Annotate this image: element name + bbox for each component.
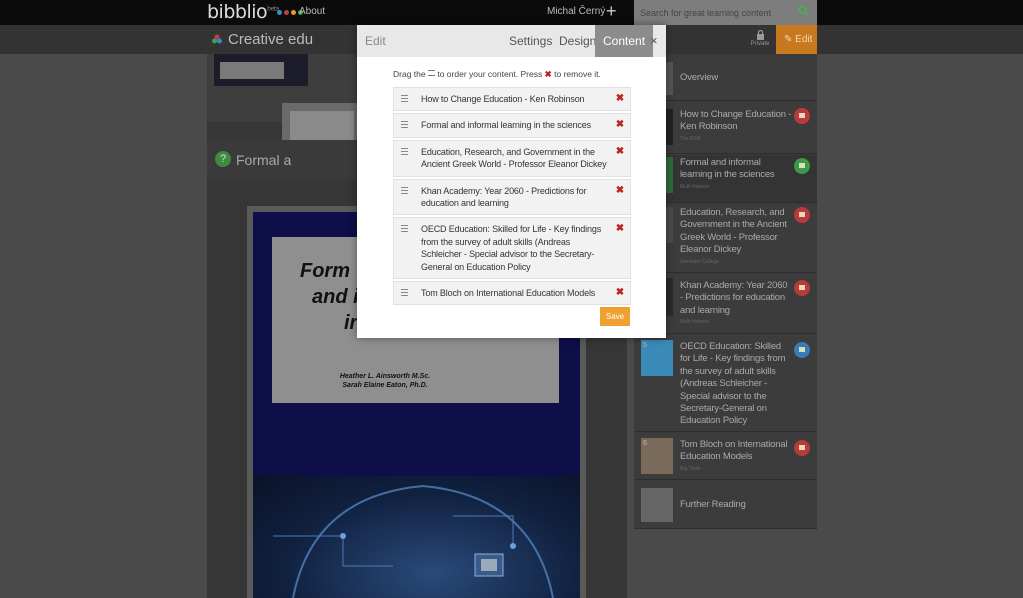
hint-part: Drag the xyxy=(393,69,426,79)
sidebar-item-source: The RSA xyxy=(680,136,701,142)
document-badge-icon xyxy=(794,342,810,358)
list-item[interactable]: Education, Research, and Government in t… xyxy=(393,139,631,177)
sidebar-item-source: Multi Hebrew xyxy=(680,319,710,325)
drag-handle-icon[interactable] xyxy=(401,186,408,194)
sidebar-item-label: Education, Research, and Government in t… xyxy=(680,207,787,256)
author-line: Sarah Elaine Eaton, Ph.D. xyxy=(342,382,428,389)
slides-badge-icon xyxy=(794,158,810,174)
search-input[interactable] xyxy=(634,0,794,25)
sidebar-item-label: How to Change Education - Ken Robinson xyxy=(680,109,792,133)
pencil-icon: ✎ xyxy=(784,34,793,45)
sidebar-item-source: Best of Slideshare xyxy=(680,418,721,424)
collection-icon xyxy=(212,34,222,44)
sidebar-item-label: Khan Academy: Year 2060 - Predictions fo… xyxy=(680,280,788,316)
user-name[interactable]: Michal Černý xyxy=(547,6,605,17)
drag-handle-icon[interactable] xyxy=(401,95,408,102)
circuit-illustration xyxy=(253,476,580,598)
book-icon xyxy=(641,488,673,522)
drag-handle-icon[interactable] xyxy=(401,121,408,129)
question-icon: ? xyxy=(215,151,231,167)
tab-settings[interactable]: Settings xyxy=(509,34,552,48)
list-item[interactable]: Khan Academy: Year 2060 - Predictions fo… xyxy=(393,178,631,216)
tab-content[interactable]: Content xyxy=(595,25,654,57)
search-icon[interactable] xyxy=(798,5,809,16)
document-authors: Heather L. Ainsworth M.Sc. Sarah Elaine … xyxy=(330,372,440,390)
save-button[interactable]: Save xyxy=(600,307,630,326)
sidebar-item-label: Formal and informal learning in the scie… xyxy=(680,157,775,181)
drag-handle-icon xyxy=(427,70,435,76)
remove-icon[interactable]: ✖ xyxy=(616,119,624,131)
close-icon[interactable]: × xyxy=(650,33,658,48)
sidebar-item-further-reading[interactable]: Further Reading xyxy=(634,481,817,529)
add-plus-icon[interactable]: + xyxy=(606,1,617,22)
sidebar-item-tom-bloch[interactable]: 6 Tom Bloch on International Education M… xyxy=(634,433,817,480)
top-navbar: bibbliobeta About Michal Černý + xyxy=(0,0,1023,25)
sidebar-item-number: 5 xyxy=(643,342,647,349)
edit-content-modal: Edit Settings Design Content × Drag the … xyxy=(357,25,666,338)
video-badge-icon xyxy=(794,440,810,456)
edit-button[interactable]: ✎ Edit xyxy=(776,25,817,54)
list-item[interactable]: Formal and informal learning in the scie… xyxy=(393,113,631,138)
remove-icon[interactable]: ✖ xyxy=(616,146,624,158)
list-item[interactable]: How to Change Education - Ken Robinson ✖ xyxy=(393,87,631,112)
list-item-title: How to Change Education - Ken Robinson xyxy=(421,94,585,104)
list-item-title: OECD Education: Skilled for Life - Key f… xyxy=(421,224,602,272)
author-line: Heather L. Ainsworth M.Sc. xyxy=(339,373,431,380)
sidebar-item-number: 6 xyxy=(643,440,647,447)
about-link[interactable]: About xyxy=(299,6,325,17)
modal-edit-label: Edit xyxy=(365,34,386,48)
hint-part: to order your content. Press xyxy=(437,69,543,79)
content-order-list: How to Change Education - Ken Robinson ✖… xyxy=(393,87,631,307)
modal-header: Edit Settings Design Content × xyxy=(357,25,666,57)
sidebar-item-label: Overview xyxy=(680,72,718,83)
tab-design[interactable]: Design xyxy=(559,34,596,48)
search-box xyxy=(634,0,817,25)
remove-icon: ✖ xyxy=(544,69,552,79)
list-item-title: Khan Academy: Year 2060 - Predictions fo… xyxy=(421,185,587,209)
sidebar-item-source: Multi Hebrew xyxy=(680,184,710,190)
list-item[interactable]: OECD Education: Skilled for Life - Key f… xyxy=(393,217,631,280)
remove-icon[interactable]: ✖ xyxy=(616,223,624,235)
list-item-title: Tom Bloch on International Education Mod… xyxy=(421,288,596,299)
video-badge-icon xyxy=(794,207,810,223)
sidebar-item-label: Tom Bloch on International Education Mod… xyxy=(680,439,788,463)
private-toggle[interactable]: Private xyxy=(748,28,772,47)
remove-icon[interactable]: ✖ xyxy=(616,185,624,197)
collection-title: Creative edu xyxy=(228,31,314,48)
list-item-title: Education, Research, and Government in t… xyxy=(421,146,607,170)
drag-handle-icon[interactable] xyxy=(401,225,408,233)
sidebar-item-source: Gresham College xyxy=(680,259,719,265)
video-badge-icon xyxy=(794,280,810,296)
lock-icon xyxy=(756,30,764,40)
list-item-title: Formal and informal learning in the scie… xyxy=(421,120,591,131)
drag-handle-icon[interactable] xyxy=(401,289,408,297)
video-badge-icon xyxy=(794,108,810,124)
remove-icon[interactable]: ✖ xyxy=(616,287,624,299)
bibblio-logo[interactable]: bibbliobeta xyxy=(207,1,279,23)
list-item[interactable]: Tom Bloch on International Education Mod… xyxy=(393,281,631,306)
private-label: Private xyxy=(750,41,770,47)
section-title: Formal a xyxy=(236,152,292,168)
circuit-graphic xyxy=(273,484,554,598)
sidebar-item-label: OECD Education: Skilled for Life - Key f… xyxy=(680,341,786,427)
instructions-text: Drag the to order your content. Press ✖ … xyxy=(393,69,601,80)
edit-button-label: Edit xyxy=(795,34,813,45)
remove-icon[interactable]: ✖ xyxy=(616,93,624,105)
sidebar-item-label: Further Reading xyxy=(680,499,746,510)
sidebar-item-oecd[interactable]: 5 OECD Education: Skilled for Life - Key… xyxy=(634,335,817,432)
overview-thumbnail xyxy=(214,54,308,86)
sidebar-item-source: Big Think xyxy=(680,466,701,472)
hint-part: to remove it. xyxy=(554,69,601,79)
drag-handle-icon[interactable] xyxy=(401,147,408,155)
